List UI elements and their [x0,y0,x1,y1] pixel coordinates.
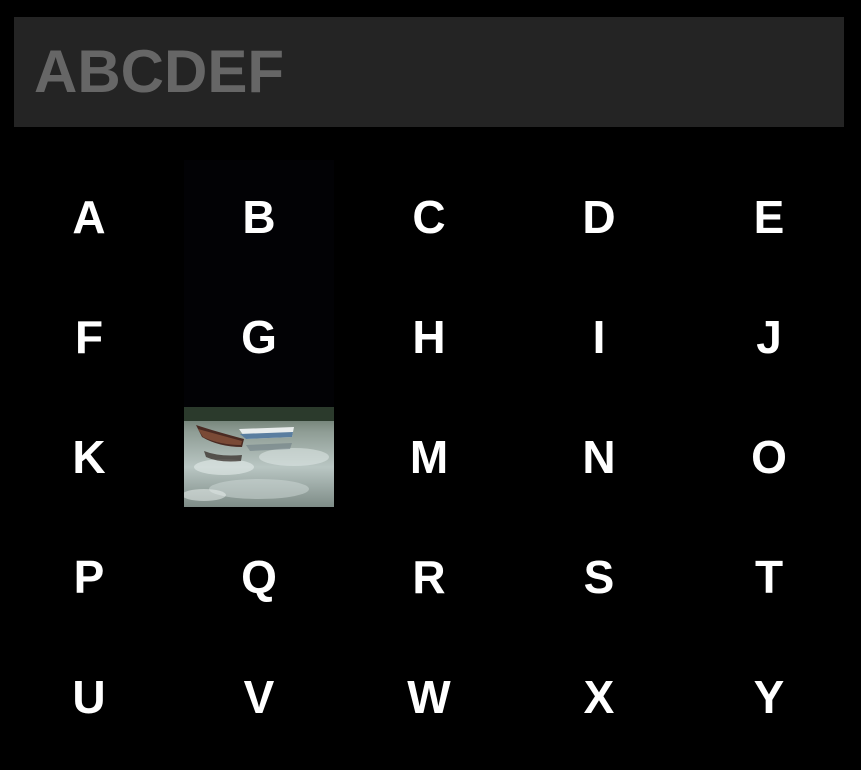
key-m[interactable]: M [354,407,504,507]
key-v[interactable]: V [184,647,334,747]
key-t[interactable]: T [694,527,844,627]
key-k[interactable]: K [14,407,164,507]
key-g[interactable]: G [184,287,334,387]
key-a[interactable]: A [14,167,164,267]
key-x[interactable]: X [524,647,674,747]
key-i[interactable]: I [524,287,674,387]
rowboats-on-lake-photo [184,407,334,507]
key-q[interactable]: Q [184,527,334,627]
key-b[interactable]: B [184,167,334,267]
key-w[interactable]: W [354,647,504,747]
key-o[interactable]: O [694,407,844,507]
key-l-image[interactable] [184,407,334,507]
key-c[interactable]: C [354,167,504,267]
letter-keypad: A B C D E F G H I J K M N O P Q R S T U … [0,0,861,770]
key-e[interactable]: E [694,167,844,267]
key-n[interactable]: N [524,407,674,507]
key-h[interactable]: H [354,287,504,387]
key-s[interactable]: S [524,527,674,627]
key-r[interactable]: R [354,527,504,627]
key-p[interactable]: P [14,527,164,627]
key-j[interactable]: J [694,287,844,387]
key-y[interactable]: Y [694,647,844,747]
key-f[interactable]: F [14,287,164,387]
key-u[interactable]: U [14,647,164,747]
key-d[interactable]: D [524,167,674,267]
